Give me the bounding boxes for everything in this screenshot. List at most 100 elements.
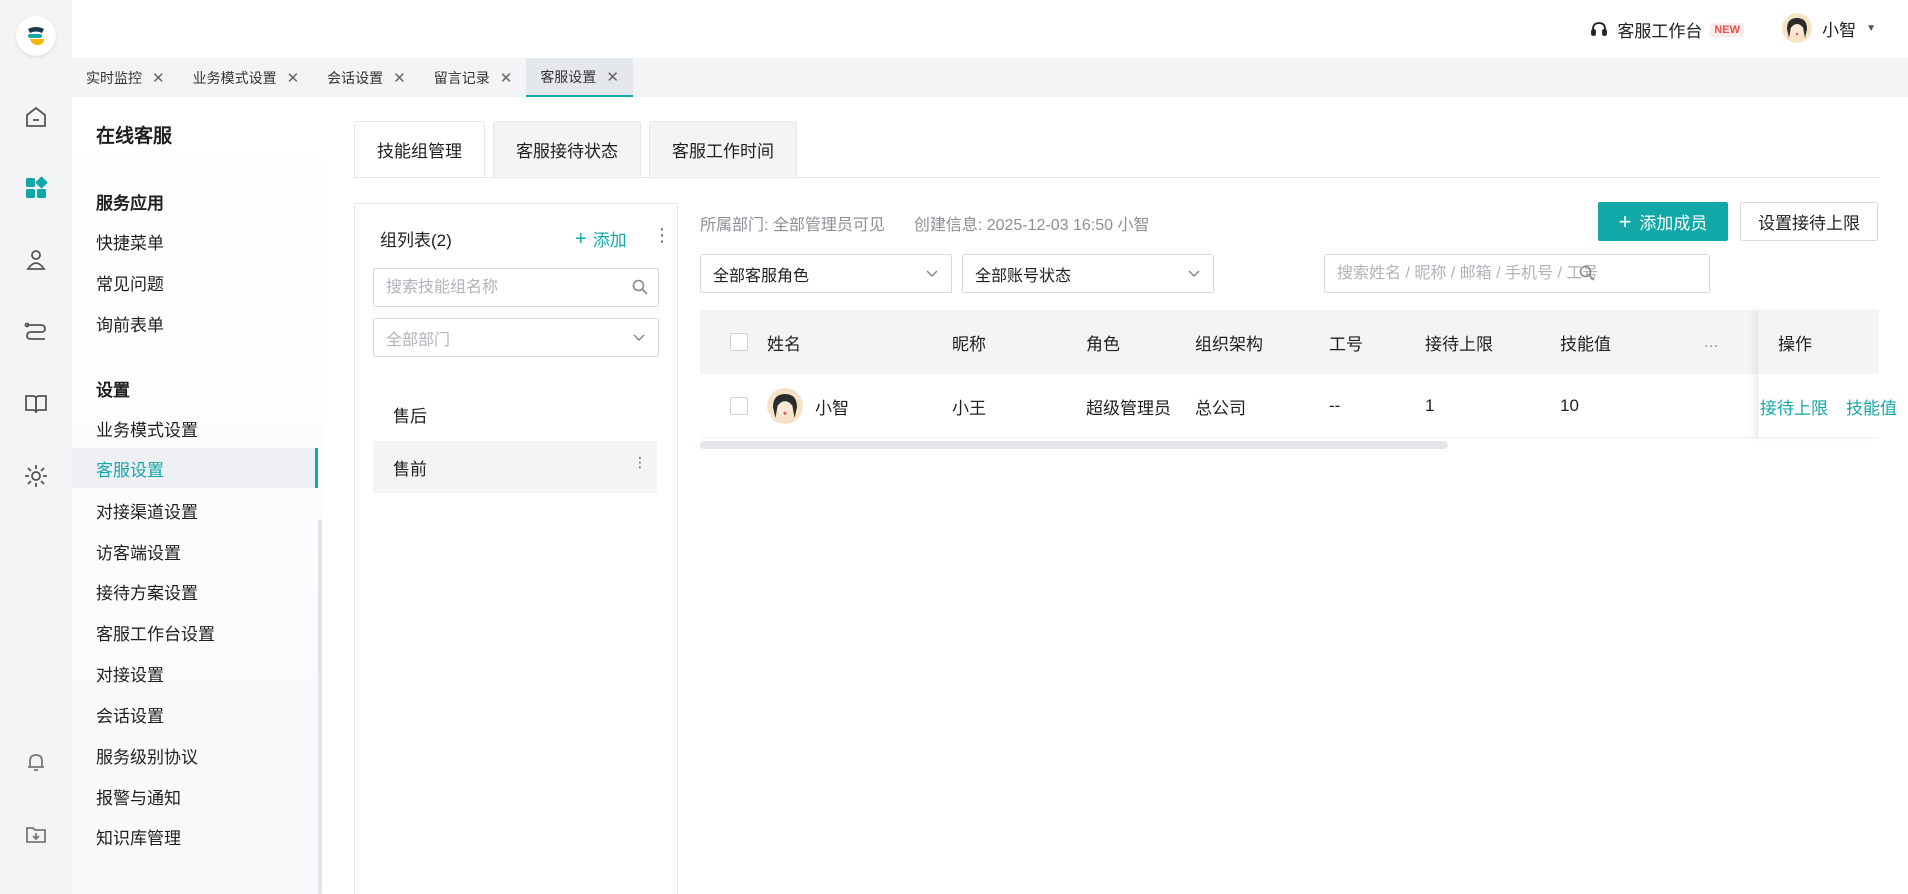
download-folder-icon[interactable]: [22, 820, 50, 848]
col-nickname[interactable]: 昵称: [952, 310, 986, 374]
close-icon[interactable]: ✕: [152, 69, 165, 87]
workbench-link[interactable]: 客服工作台 NEW: [1589, 17, 1744, 42]
group-item-pre-sales[interactable]: 售前 ⋮: [373, 441, 657, 493]
apps-icon[interactable]: [22, 174, 50, 202]
group-item-label: 售前: [393, 459, 427, 479]
top-header: 客服工作台 NEW 小智 ▼: [72, 0, 1908, 58]
sidebar-item-session[interactable]: 会话设置: [72, 694, 318, 734]
sidebar-item-reception-plan[interactable]: 接待方案设置: [72, 571, 318, 611]
select-all-cell: [730, 310, 748, 374]
gear-icon[interactable]: [22, 462, 50, 490]
set-reception-limit-button[interactable]: 设置接待上限: [1740, 202, 1878, 241]
kebab-menu-icon[interactable]: ⋮: [633, 455, 647, 469]
tab-messages[interactable]: 留言记录 ✕: [420, 58, 527, 97]
group-search-input[interactable]: [373, 268, 659, 307]
select-all-checkbox[interactable]: [730, 333, 748, 351]
group-item-after-sales[interactable]: 售后: [373, 388, 657, 440]
skill-value-link[interactable]: 技能值: [1846, 394, 1897, 419]
add-group-label: 添加: [592, 231, 627, 250]
col-operations: 操作: [1758, 310, 1879, 374]
sidebar-group-title: 设置: [96, 381, 130, 400]
col-skill[interactable]: 技能值: [1560, 310, 1611, 374]
caret-down-icon: ▼: [1866, 22, 1876, 34]
row-actions: 接待上限 技能值 ···: [1760, 374, 1908, 438]
sidebar-item-workbench-settings[interactable]: 客服工作台设置: [72, 612, 318, 652]
new-badge: NEW: [1710, 22, 1744, 37]
sidebar-title: 在线客服: [96, 126, 173, 147]
cell-job-no: --: [1329, 396, 1341, 415]
sidebar-item-visitor[interactable]: 访客端设置: [72, 531, 318, 571]
workbench-label: 客服工作台: [1617, 22, 1703, 41]
col-name[interactable]: 姓名: [767, 310, 801, 374]
department-select[interactable]: 全部部门: [373, 318, 659, 357]
row-select-cell: [730, 374, 748, 438]
sidebar-item-sla[interactable]: 服务级别协议: [72, 735, 318, 775]
sidebar-item-channel[interactable]: 对接渠道设置: [72, 490, 318, 530]
sidebar-item-pre-form[interactable]: 询前表单: [72, 303, 318, 343]
headset-icon: [1591, 21, 1608, 36]
contacts-icon[interactable]: [22, 246, 50, 274]
user-menu[interactable]: 小智 ▼: [1782, 13, 1876, 43]
sidebar-group-title: 服务应用: [96, 194, 164, 213]
tab-agent-settings[interactable]: 客服设置 ✕: [526, 58, 633, 97]
more-vertical-icon[interactable]: ⋮: [653, 226, 671, 244]
table-header: 姓名 昵称 角色 组织架构 工号 接待上限 技能值 ...: [700, 310, 1878, 374]
account-status-select[interactable]: 全部账号状态: [962, 254, 1214, 293]
group-item-label: 售后: [393, 406, 427, 426]
app-logo[interactable]: [16, 16, 56, 56]
table-horizontal-scrollbar[interactable]: [700, 441, 1448, 449]
close-icon[interactable]: ✕: [393, 69, 406, 87]
search-icon: [632, 279, 648, 295]
tab-business-mode[interactable]: 业务模式设置 ✕: [179, 58, 314, 97]
col-job-no[interactable]: 工号: [1329, 310, 1363, 374]
add-group-button[interactable]: + 添加: [575, 226, 627, 251]
avatar: [767, 388, 803, 424]
user-name: 小智: [1822, 20, 1857, 40]
chevron-down-icon: [633, 334, 645, 342]
cell-nickname: 小王: [952, 398, 986, 418]
sidebar-item-knowledge[interactable]: 知识库管理: [72, 816, 318, 856]
role-select-value: 全部客服角色: [713, 267, 810, 285]
bell-icon[interactable]: [22, 748, 50, 776]
tab-session-settings[interactable]: 会话设置 ✕: [313, 58, 420, 97]
tab-label: 实时监控: [86, 69, 142, 86]
sidebar-item-faq[interactable]: 常见问题: [72, 262, 318, 302]
close-icon[interactable]: ✕: [500, 69, 513, 87]
main-tabs: 技能组管理 客服接待状态 客服工作时间: [354, 121, 797, 177]
role-select[interactable]: 全部客服角色: [700, 254, 952, 293]
add-member-button[interactable]: + 添加成员: [1598, 202, 1728, 241]
book-icon[interactable]: [22, 390, 50, 418]
close-icon[interactable]: ✕: [287, 69, 300, 87]
sidebar-item-agent-settings[interactable]: 客服设置: [72, 448, 318, 488]
main-content: 技能组管理 客服接待状态 客服工作时间 组列表(2) + 添加 ⋮ 全部部门 售…: [322, 97, 1908, 894]
chevron-down-icon: [926, 270, 938, 278]
col-org[interactable]: 组织架构: [1195, 310, 1263, 374]
sidebar-item-business-mode[interactable]: 业务模式设置: [72, 408, 318, 448]
member-search-input[interactable]: [1324, 254, 1710, 293]
sidebar-item-integration[interactable]: 对接设置: [72, 653, 318, 693]
sidebar-item-quick-menu[interactable]: 快捷菜单: [72, 221, 318, 261]
tab-label: 留言记录: [433, 69, 490, 86]
plus-icon: +: [1618, 208, 1632, 234]
tab-skill-groups[interactable]: 技能组管理: [354, 121, 485, 177]
page-tabs: 实时监控 ✕ 业务模式设置 ✕ 会话设置 ✕ 留言记录 ✕ 客服设置 ✕: [72, 58, 1908, 97]
tab-realtime-monitor[interactable]: 实时监控 ✕: [72, 58, 179, 97]
tab-label: 会话设置: [327, 69, 384, 86]
status-select-value: 全部账号状态: [975, 267, 1072, 285]
row-checkbox[interactable]: [730, 397, 748, 415]
reception-limit-link[interactable]: 接待上限: [1760, 394, 1828, 419]
home-icon[interactable]: [22, 103, 50, 131]
logo-icon: [28, 27, 44, 45]
cell-role: 超级管理员: [1086, 398, 1171, 418]
close-icon[interactable]: ✕: [606, 68, 619, 86]
col-role[interactable]: 角色: [1086, 310, 1120, 374]
col-limit[interactable]: 接待上限: [1425, 310, 1493, 374]
route-icon[interactable]: [22, 318, 50, 346]
sidebar-item-alerts[interactable]: 报警与通知: [72, 776, 318, 816]
tabs-divider: [354, 177, 1880, 178]
cell-name: 小智: [767, 374, 849, 438]
group-list-title: 组列表(2): [380, 231, 452, 250]
table-row[interactable]: 小智 小王 超级管理员 总公司 -- 1 10: [700, 374, 1878, 438]
tab-work-hours[interactable]: 客服工作时间: [649, 121, 797, 177]
tab-reception-status[interactable]: 客服接待状态: [493, 121, 641, 177]
